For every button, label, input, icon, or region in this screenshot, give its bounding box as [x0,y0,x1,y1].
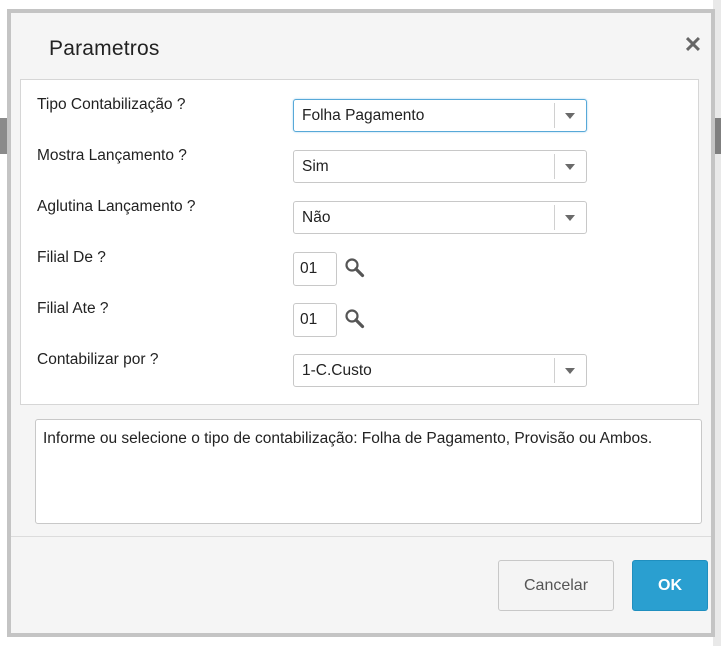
input-filial-de[interactable]: 01 [293,252,337,286]
chevron-down-icon[interactable] [565,164,575,170]
input-value: 01 [300,260,318,277]
select-value: Não [302,209,331,226]
chevron-down-icon[interactable] [565,113,575,119]
help-panel: Informe ou selecione o tipo de contabili… [35,419,702,524]
form-panel: Tipo Contabilização ? Folha Pagamento Mo… [20,79,699,405]
close-icon[interactable]: ✕ [681,33,705,57]
search-icon[interactable] [344,308,366,330]
select-value: 1-C.Custo [302,362,372,379]
input-filial-ate[interactable]: 01 [293,303,337,337]
chevron-down-icon[interactable] [565,215,575,221]
help-text: Informe ou selecione o tipo de contabili… [43,430,653,447]
chevron-down-icon[interactable] [565,368,575,374]
footer-divider [11,536,711,537]
select-divider [554,358,555,383]
select-mostra-lancamento[interactable]: Sim [293,150,587,183]
select-divider [554,205,555,230]
field-label-contabilizar-por: Contabilizar por ? [37,351,159,368]
field-label-mostra-lancamento: Mostra Lançamento ? [37,147,187,164]
search-icon[interactable] [344,257,366,279]
field-label-aglutina-lancamento: Aglutina Lançamento ? [37,198,196,215]
input-value: 01 [300,311,318,328]
parametros-dialog: Parametros ✕ Tipo Contabilização ? Folha… [7,9,715,637]
select-aglutina-lancamento[interactable]: Não [293,201,587,234]
select-tipo-contabilizacao[interactable]: Folha Pagamento [293,99,587,132]
dialog-title: Parametros [49,37,160,60]
select-value: Folha Pagamento [302,107,425,124]
field-label-filial-ate: Filial Ate ? [37,300,109,317]
select-contabilizar-por[interactable]: 1-C.Custo [293,354,587,387]
select-value: Sim [302,158,329,175]
field-label-tipo-contabilizacao: Tipo Contabilização ? [37,96,186,113]
background-mark [715,118,721,154]
select-divider [554,103,555,128]
cancel-button[interactable]: Cancelar [498,560,614,611]
field-label-filial-de: Filial De ? [37,249,106,266]
ok-button[interactable]: OK [632,560,708,611]
select-divider [554,154,555,179]
